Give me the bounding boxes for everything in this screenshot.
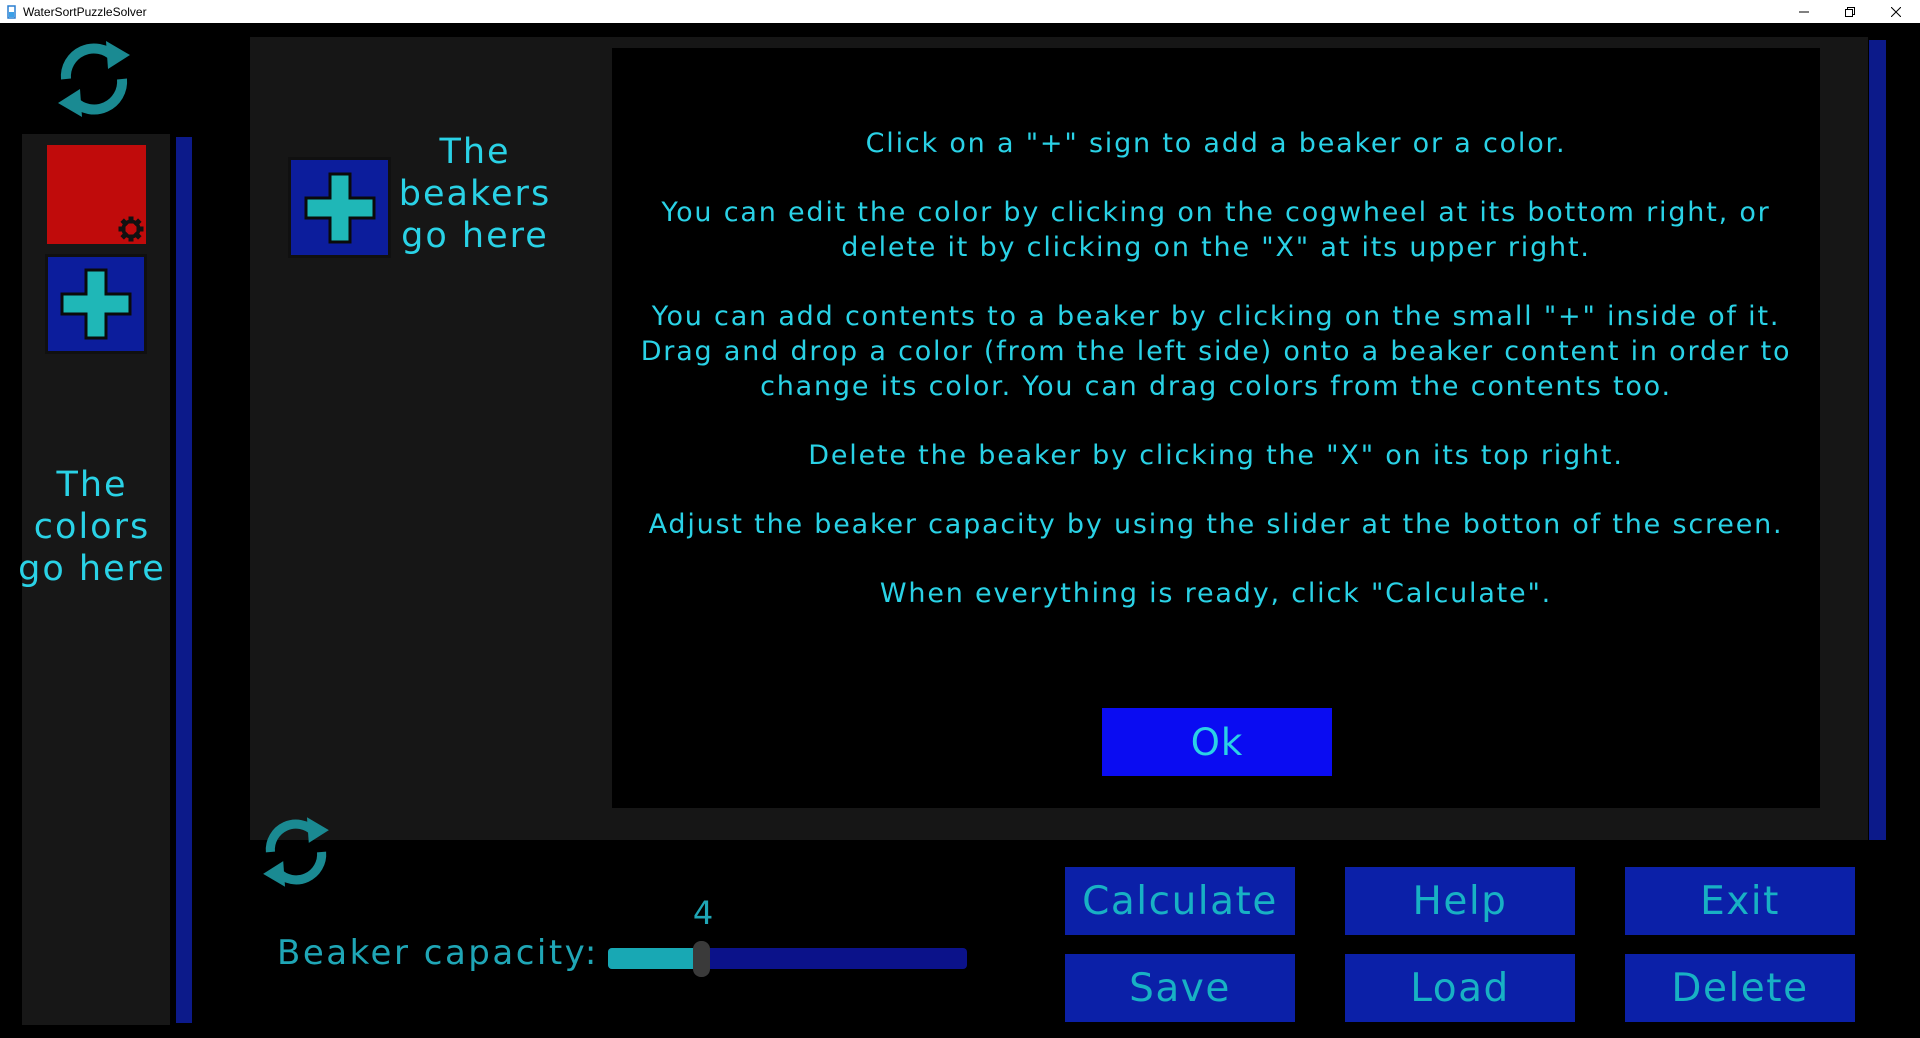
colors-hint: The colors go here [18,465,166,589]
help-paragraph: You can edit the color by clicking on th… [661,197,1771,263]
close-icon [1891,6,1901,17]
load-button[interactable]: Load [1345,954,1575,1022]
plus-icon [60,268,132,340]
minimize-button[interactable] [1781,0,1827,23]
help-paragraph: Adjust the beaker capacity by using the … [648,509,1784,540]
capacity-slider-fill [608,948,702,969]
ok-button[interactable]: Ok [1102,708,1332,776]
title-bar: WaterSortPuzzleSolver [0,0,1920,23]
add-color-button[interactable] [45,254,147,354]
colors-scrollbar[interactable] [176,137,192,1023]
restore-button[interactable] [1827,0,1873,23]
save-button[interactable]: Save [1065,954,1295,1022]
plus-icon [304,172,375,243]
app-icon [7,5,16,19]
capacity-slider-thumb[interactable] [693,941,711,977]
minimize-icon [1799,11,1809,12]
reset-colors-refresh-icon[interactable] [52,33,136,125]
add-beaker-button[interactable] [288,157,391,258]
capacity-value: 4 [692,894,714,932]
help-paragraph: Delete the beaker by clicking the "X" on… [808,440,1624,471]
beakers-hint: The beakers go here [398,132,552,256]
help-paragraph: When everything is ready, click "Calcula… [879,578,1553,609]
delete-button[interactable]: Delete [1625,954,1855,1022]
calculate-button[interactable]: Calculate [1065,867,1295,935]
capacity-slider[interactable] [608,941,967,977]
reset-beakers-refresh-icon[interactable] [257,810,335,894]
close-button[interactable] [1873,0,1919,23]
cogwheel-icon[interactable] [116,214,146,244]
help-button[interactable]: Help [1345,867,1575,935]
restore-icon [1845,6,1855,17]
capacity-label: Beaker capacity: [277,933,599,973]
help-paragraph: Click on a "+" sign to add a beaker or a… [865,128,1567,159]
help-paragraph: You can add contents to a beaker by clic… [640,301,1792,402]
help-text: Click on a "+" sign to add a beaker or a… [632,126,1800,645]
beakers-scrollbar[interactable] [1869,40,1886,840]
exit-button[interactable]: Exit [1625,867,1855,935]
window-title: WaterSortPuzzleSolver [23,5,147,19]
help-dialog: Click on a "+" sign to add a beaker or a… [612,48,1820,808]
